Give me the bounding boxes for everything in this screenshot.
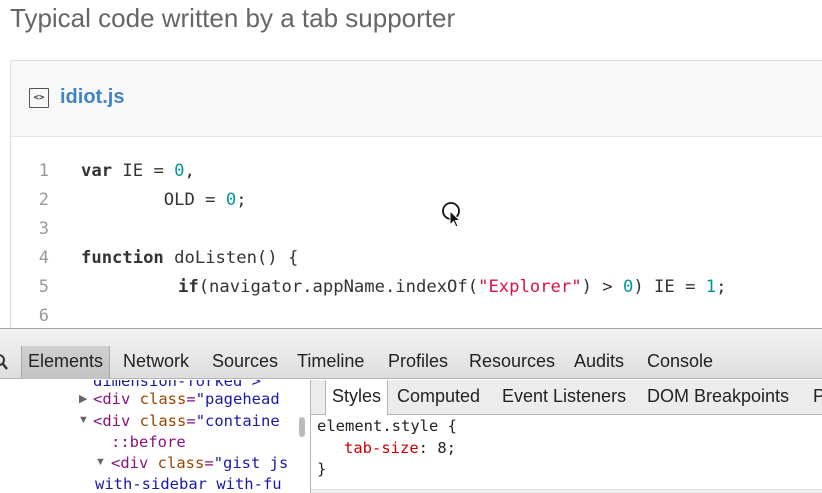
tab-timeline[interactable]: Timeline: [297, 346, 364, 379]
line-number[interactable]: 5: [11, 277, 49, 297]
code-text: ;: [716, 277, 727, 297]
tab-resources[interactable]: Resources: [469, 346, 555, 379]
code-line-4: function doListen() {: [81, 248, 298, 268]
expanded-triangle-icon[interactable]: ▼: [95, 456, 106, 468]
css-property-name[interactable]: tab-size: [344, 439, 419, 457]
code-text: ,: [184, 161, 195, 181]
code-line-2: OLD = 0;: [81, 190, 247, 210]
dom-node-pagehead[interactable]: <div class="pagehead: [93, 390, 280, 408]
line-number[interactable]: 1: [11, 161, 49, 181]
tab-profiles[interactable]: Profiles: [388, 346, 448, 379]
dom-eq: =: [186, 412, 196, 430]
code-text: OLD =: [81, 190, 226, 210]
dom-attr-value: dimension-forked">: [93, 380, 261, 390]
code-text: ;: [236, 190, 247, 210]
dom-attr-value: "gist js: [213, 454, 289, 472]
tab-dom-breakpoints[interactable]: DOM Breakpoints: [647, 380, 789, 414]
tab-styles[interactable]: Styles: [325, 380, 389, 415]
line-number[interactable]: 6: [11, 306, 49, 326]
number-literal: 1: [705, 277, 717, 297]
devtools-tab-strip: Elements Network Sources Timeline Profil…: [0, 346, 822, 379]
code-text: IE =: [112, 161, 175, 181]
code-line-1: var IE = 0,: [81, 161, 195, 181]
style-section-divider: [311, 489, 822, 493]
string-literal: "Explorer": [478, 277, 582, 297]
pseudo-element: ::before: [111, 433, 186, 451]
dom-node-container[interactable]: <div class="containe: [93, 412, 280, 430]
keyword: if: [178, 277, 199, 297]
search-icon[interactable]: [0, 352, 8, 372]
css-property-value[interactable]: 8: [437, 439, 446, 457]
css-semicolon: ;: [446, 439, 457, 457]
style-rule-close: }: [317, 460, 327, 478]
dom-eq: =: [186, 390, 196, 408]
dom-tag: <div: [111, 454, 158, 472]
dom-attr-name: class: [139, 412, 187, 430]
expanded-triangle-icon[interactable]: ▼: [78, 414, 89, 426]
dom-pseudo-before[interactable]: ::before: [111, 433, 186, 451]
keyword: var: [81, 161, 113, 181]
tab-elements[interactable]: Elements: [21, 346, 111, 379]
code-line-5: if(navigator.appName.indexOf("Explorer")…: [178, 277, 727, 297]
css-colon: :: [418, 439, 438, 457]
dom-node-continuation[interactable]: with-sidebar with-fu: [95, 475, 282, 493]
code-text: (navigator.appName.indexOf(: [198, 277, 479, 297]
file-name-link[interactable]: idiot.js: [60, 86, 124, 109]
sidebar-tab-strip: Styles Computed Event Listeners DOM Brea…: [311, 380, 822, 415]
tab-sources[interactable]: Sources: [212, 346, 278, 379]
dom-attr-value: with-sidebar with-fu: [95, 475, 282, 493]
elements-dom-tree: dimension-forked"> ▶ <div class="pagehea…: [0, 380, 310, 493]
styles-sidebar: Styles Computed Event Listeners DOM Brea…: [310, 380, 822, 493]
keyword: function: [81, 248, 164, 268]
gist-file-box: <> idiot.js 1 2 3 4 5 6 var IE = 0, OLD …: [10, 60, 822, 360]
dom-eq: =: [204, 454, 214, 472]
tab-properties[interactable]: P: [813, 380, 822, 414]
tab-network[interactable]: Network: [123, 346, 189, 379]
line-number[interactable]: 4: [11, 248, 49, 268]
style-declaration[interactable]: tab-size: 8;: [344, 439, 456, 457]
line-number[interactable]: 3: [11, 219, 49, 239]
tab-console[interactable]: Console: [647, 346, 713, 379]
number-literal: 0: [174, 161, 185, 181]
dom-node-gist[interactable]: <div class="gist js: [111, 454, 288, 472]
tab-computed[interactable]: Computed: [397, 380, 480, 414]
mouse-cursor-icon: [441, 201, 462, 228]
line-number-gutter: 1 2 3 4 5 6: [11, 138, 63, 359]
elements-scrollbar[interactable]: [299, 417, 305, 437]
page-title: Typical code written by a tab supporter: [10, 3, 456, 33]
dom-tag: <div: [93, 390, 140, 408]
code-text: ) IE =: [633, 277, 706, 297]
dom-node-text[interactable]: dimension-forked">: [93, 380, 261, 390]
dom-attr-value: "pagehead: [195, 390, 280, 408]
line-number[interactable]: 2: [11, 190, 49, 210]
style-rule-selector[interactable]: element.style {: [317, 417, 457, 435]
gist-file-header: <> idiot.js: [11, 61, 822, 137]
code-area: 1 2 3 4 5 6 var IE = 0, OLD = 0; functio…: [11, 138, 822, 359]
dom-attr-name: class: [139, 390, 187, 408]
code-text: ) >: [581, 277, 623, 297]
number-literal: 0: [225, 190, 237, 210]
dom-attr-name: class: [157, 454, 205, 472]
code-file-icon: <>: [29, 88, 49, 108]
tab-audits[interactable]: Audits: [574, 346, 624, 379]
devtools-panel: Elements Network Sources Timeline Profil…: [0, 328, 822, 493]
dom-attr-value: "containe: [195, 412, 280, 430]
number-literal: 0: [622, 277, 634, 297]
code-text: doListen() {: [163, 248, 299, 268]
tab-event-listeners[interactable]: Event Listeners: [502, 380, 626, 414]
dom-tag: <div: [93, 412, 140, 430]
devtools-toolbar: Elements Network Sources Timeline Profil…: [0, 329, 822, 379]
collapsed-triangle-icon[interactable]: ▶: [79, 392, 87, 405]
